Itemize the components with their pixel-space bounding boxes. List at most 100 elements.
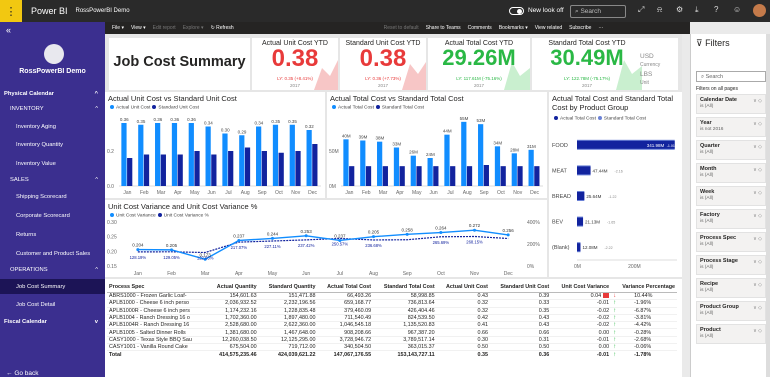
filter-expand-icon[interactable]: ∨ ◇ bbox=[753, 121, 762, 127]
bar[interactable] bbox=[205, 126, 211, 187]
table-row[interactable]: APLB1004 - Ranch Dressing 16 o 1,702,360.… bbox=[107, 314, 677, 323]
nav-item[interactable]: Job Cost Summary bbox=[0, 279, 105, 294]
bar[interactable] bbox=[393, 147, 400, 187]
process-spec-table[interactable]: Process Spec Actual Quantity Standard Quan… bbox=[105, 279, 682, 377]
table-row[interactable]: APLB1004R - Ranch Dressing 16 2,528,680.0… bbox=[107, 321, 677, 330]
filter-card[interactable]: Product Group is (All) ∨ ◇ bbox=[696, 301, 766, 321]
bar[interactable] bbox=[427, 158, 433, 186]
unit-value[interactable]: LBS bbox=[640, 70, 678, 79]
bar-actual[interactable] bbox=[577, 217, 584, 226]
app-launcher-icon[interactable]: ⋮ bbox=[0, 0, 22, 22]
bar[interactable] bbox=[500, 166, 506, 186]
comments-button[interactable]: Comments bbox=[468, 25, 492, 31]
table-row[interactable]: CASY1000 - Texas Style BBQ Sau 12,260,038… bbox=[107, 336, 677, 345]
share-teams-button[interactable]: Share to Teams bbox=[426, 25, 461, 31]
bar[interactable] bbox=[483, 165, 489, 186]
filter-expand-icon[interactable]: ∨ ◇ bbox=[753, 328, 762, 334]
column-header[interactable]: Actual Unit Cost bbox=[436, 282, 490, 293]
bar[interactable] bbox=[312, 144, 318, 186]
bar[interactable] bbox=[261, 151, 267, 186]
bar[interactable] bbox=[289, 124, 295, 186]
unit-slicer[interactable]: USD Currency LBS Unit bbox=[640, 52, 678, 88]
bar[interactable] bbox=[188, 123, 194, 186]
reset-default-button[interactable]: Reset to default bbox=[384, 25, 419, 31]
data-point[interactable] bbox=[405, 232, 409, 236]
filter-card[interactable]: Product is (All) ∨ ◇ bbox=[696, 324, 766, 344]
chevron-icon[interactable]: ^ bbox=[95, 177, 98, 183]
bar[interactable] bbox=[155, 123, 161, 186]
table-row[interactable]: APLB1005 - Salted Dinner Rolls 1,381,680.… bbox=[107, 328, 677, 337]
nav-item[interactable]: OPERATIONS ^ bbox=[0, 262, 105, 277]
new-look-toggle[interactable] bbox=[509, 7, 524, 15]
data-point[interactable] bbox=[372, 235, 375, 239]
column-header[interactable]: Standard Quantity bbox=[258, 282, 318, 293]
data-point[interactable] bbox=[473, 228, 476, 232]
explore-menu[interactable]: Explore ▾ bbox=[183, 25, 204, 31]
nav-item[interactable]: Inventory Quantity bbox=[0, 137, 105, 152]
nav-item[interactable]: Inventory Value bbox=[0, 156, 105, 171]
data-point[interactable] bbox=[439, 231, 443, 235]
chevron-icon[interactable]: ^ bbox=[95, 91, 98, 97]
bar[interactable] bbox=[416, 166, 422, 186]
chevron-icon[interactable]: ^ bbox=[95, 267, 98, 273]
nav-item[interactable]: SALES ^ bbox=[0, 172, 105, 187]
bar[interactable] bbox=[138, 124, 144, 186]
bar[interactable] bbox=[244, 147, 251, 187]
bar[interactable] bbox=[517, 166, 523, 186]
user-avatar[interactable] bbox=[753, 4, 766, 17]
column-header[interactable]: Unit Cost Variance bbox=[551, 282, 612, 293]
chevron-icon[interactable]: v bbox=[95, 319, 98, 325]
nav-item[interactable]: INVENTORY ^ bbox=[0, 101, 105, 116]
filter-card[interactable]: Week is (All) ∨ ◇ bbox=[696, 186, 766, 206]
filter-card[interactable]: Process Stage is (All) ∨ ◇ bbox=[696, 255, 766, 275]
chart-unit-cost-variance[interactable]: Unit Cost Variance and Unit Cost Varianc… bbox=[105, 200, 547, 277]
bar[interactable] bbox=[349, 166, 355, 186]
nav-item[interactable]: Returns bbox=[0, 227, 105, 242]
filter-card[interactable]: Year is not 2016 ∨ ◇ bbox=[696, 117, 766, 137]
filter-expand-icon[interactable]: ∨ ◇ bbox=[753, 144, 762, 150]
chart-unit-cost[interactable]: Actual Unit Cost vs Standard Unit Cost A… bbox=[105, 92, 325, 198]
view-menu[interactable]: View ▾ bbox=[131, 25, 146, 31]
filter-expand-icon[interactable]: ∨ ◇ bbox=[753, 282, 762, 288]
data-point[interactable] bbox=[170, 248, 173, 252]
table-row[interactable]: CASY1001 - Vanilla Round Cake 675,504.00 7… bbox=[107, 343, 677, 352]
filter-card[interactable]: Process Spec is (All) ∨ ◇ bbox=[696, 232, 766, 252]
filter-expand-icon[interactable]: ∨ ◇ bbox=[753, 236, 762, 242]
bar[interactable] bbox=[222, 133, 228, 187]
bar[interactable] bbox=[228, 151, 234, 186]
filter-expand-icon[interactable]: ∨ ◇ bbox=[753, 259, 762, 265]
settings-gear-icon[interactable]: ⚙ bbox=[676, 5, 683, 14]
kpi-standard-total-cost[interactable]: Standard Total Cost YTD 30.49M LY: 122.7… bbox=[532, 38, 678, 90]
column-header[interactable]: Variance Percentage bbox=[611, 282, 677, 293]
bar[interactable] bbox=[534, 166, 540, 186]
nav-item[interactable]: Physical Calendar ^ bbox=[0, 86, 105, 101]
bar[interactable] bbox=[399, 166, 405, 186]
bar[interactable] bbox=[121, 123, 127, 186]
feedback-smiley-icon[interactable]: ☺ bbox=[733, 5, 741, 14]
bar[interactable] bbox=[360, 140, 366, 187]
workspace-name[interactable]: RossPowerBI Demo bbox=[76, 8, 130, 14]
bar[interactable] bbox=[171, 123, 178, 186]
filter-search-input[interactable]: ⌕ Search bbox=[696, 71, 766, 82]
bar[interactable] bbox=[528, 149, 534, 186]
bar[interactable] bbox=[143, 154, 150, 187]
bookmarks-menu[interactable]: Bookmarks ▾ bbox=[499, 25, 528, 31]
bar[interactable] bbox=[127, 158, 133, 186]
kpi-actual-unit-cost[interactable]: Actual Unit Cost YTD 0.38 LY: 0.35 (+8.4… bbox=[252, 38, 338, 90]
bar[interactable] bbox=[494, 146, 501, 186]
data-point[interactable] bbox=[237, 238, 241, 242]
data-point[interactable] bbox=[136, 248, 140, 252]
currency-value[interactable]: USD bbox=[640, 52, 678, 61]
nav-item[interactable]: Customer and Product Sales bbox=[0, 246, 105, 261]
global-search-input[interactable]: ⌕ Search bbox=[570, 5, 626, 18]
column-header[interactable]: Standard Unit Cost bbox=[489, 282, 552, 293]
filter-expand-icon[interactable]: ∨ ◇ bbox=[753, 167, 762, 173]
nav-item[interactable]: Shipping Scorecard bbox=[0, 189, 105, 204]
download-icon[interactable]: ⤓ bbox=[695, 5, 699, 15]
kpi-actual-total-cost[interactable]: Actual Total Cost YTD 29.26M LY: 117.61M… bbox=[428, 38, 530, 90]
kpi-standard-unit-cost[interactable]: Standard Unit Cost YTD 0.38 LY: 0.36 (+7… bbox=[340, 38, 426, 90]
filter-expand-icon[interactable]: ∨ ◇ bbox=[753, 305, 762, 311]
filter-card[interactable]: Recipe is (All) ∨ ◇ bbox=[696, 278, 766, 298]
refresh-button[interactable]: ↻ Refresh bbox=[211, 25, 234, 31]
bar[interactable] bbox=[444, 134, 450, 186]
